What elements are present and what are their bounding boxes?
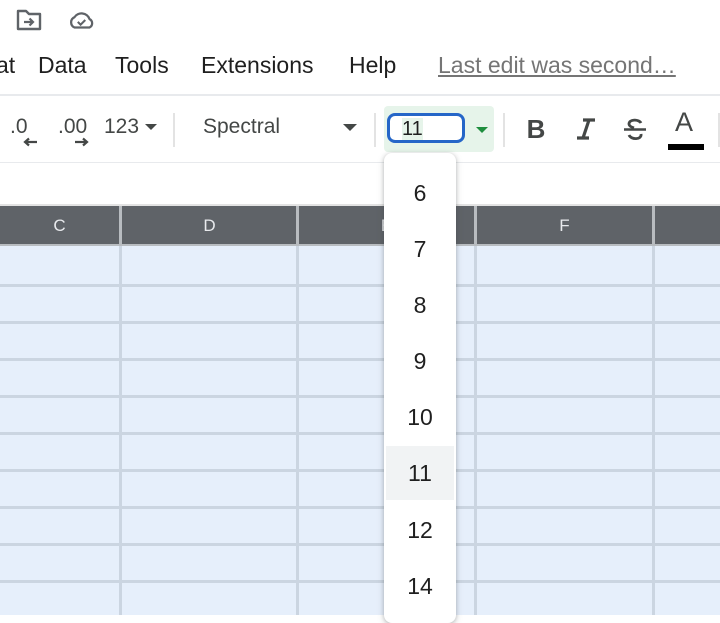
font-size-dropdown-icon[interactable] — [475, 126, 489, 134]
decrease-decimal-label: .0 — [10, 115, 28, 138]
decrease-decimal-button[interactable]: .0 — [8, 113, 44, 153]
grid-vline — [652, 246, 655, 615]
number-format-label: 123 — [104, 115, 140, 138]
column-headers: C D E F — [0, 206, 720, 246]
grid-hline — [0, 543, 720, 546]
italic-button[interactable] — [570, 111, 602, 147]
column-header-c[interactable]: C — [0, 206, 119, 246]
grid-hline — [0, 469, 720, 472]
grid-hline — [0, 580, 720, 583]
grid-hline — [0, 284, 720, 287]
cell-grid[interactable] — [0, 246, 720, 615]
font-size-option[interactable]: 9 — [386, 334, 454, 388]
font-size-option[interactable]: 6 — [386, 166, 454, 220]
increase-decimal-label: .00 — [58, 115, 88, 138]
menu-help[interactable]: Help — [349, 52, 396, 79]
font-size-option[interactable]: 12 — [386, 503, 454, 557]
font-size-value: 11 — [402, 118, 423, 140]
move-to-folder-icon[interactable] — [14, 6, 44, 34]
grid-vline — [474, 246, 477, 615]
toolbar-divider — [374, 113, 376, 147]
column-header-f[interactable]: F — [477, 206, 652, 246]
font-family-select[interactable]: Spectral — [190, 113, 368, 147]
grid-vline — [296, 246, 299, 615]
grid-hline — [0, 321, 720, 324]
font-size-dropdown-menu: 6 7 8 9 10 11 12 14 — [384, 153, 456, 623]
menu-extensions[interactable]: Extensions — [201, 52, 314, 79]
menu-tools[interactable]: Tools — [115, 52, 169, 79]
arrow-right-icon — [75, 137, 89, 147]
font-family-label: Spectral — [203, 115, 281, 138]
font-size-control: 11 — [384, 106, 494, 152]
font-size-option[interactable]: 14 — [386, 559, 454, 613]
font-size-option[interactable]: 8 — [386, 278, 454, 332]
menu-data[interactable]: Data — [38, 52, 87, 79]
cloud-saved-icon[interactable] — [67, 6, 97, 34]
bold-icon: B — [526, 113, 546, 144]
column-header-g[interactable] — [655, 206, 720, 246]
chevron-down-icon — [145, 124, 157, 130]
last-edit-link[interactable]: Last edit was second… — [438, 52, 676, 79]
chevron-down-icon — [343, 124, 357, 131]
number-format-button[interactable]: 123 — [104, 113, 162, 147]
grid-hline — [0, 432, 720, 435]
font-size-input[interactable]: 11 — [387, 113, 465, 143]
text-color-button[interactable]: A — [666, 105, 704, 151]
italic-icon — [577, 118, 595, 140]
toolbar-divider — [503, 113, 505, 147]
toolbar: .0 .00 123 Spectral 11 B A — [0, 97, 720, 163]
increase-decimal-button[interactable]: .00 — [58, 113, 94, 153]
font-size-option[interactable]: 7 — [386, 222, 454, 276]
menu-format[interactable]: at — [0, 52, 15, 79]
column-header-d[interactable]: D — [122, 206, 297, 246]
strikethrough-button[interactable] — [619, 111, 651, 147]
grid-hline — [0, 358, 720, 361]
font-size-option-selected[interactable]: 11 — [386, 446, 454, 500]
text-color-icon: A — [675, 107, 694, 137]
grid-vline — [119, 246, 122, 615]
arrow-left-icon — [23, 137, 37, 147]
text-color-swatch — [668, 144, 704, 150]
grid-hline — [0, 506, 720, 509]
grid-hline — [0, 395, 720, 398]
toolbar-divider — [173, 113, 175, 147]
strikethrough-icon — [624, 118, 646, 141]
formula-bar[interactable] — [0, 163, 720, 205]
font-size-option[interactable]: 10 — [386, 390, 454, 444]
menubar: at Data Tools Extensions Help Last edit … — [0, 48, 720, 88]
bold-button[interactable]: B — [520, 111, 552, 147]
menubar-divider — [0, 94, 720, 96]
